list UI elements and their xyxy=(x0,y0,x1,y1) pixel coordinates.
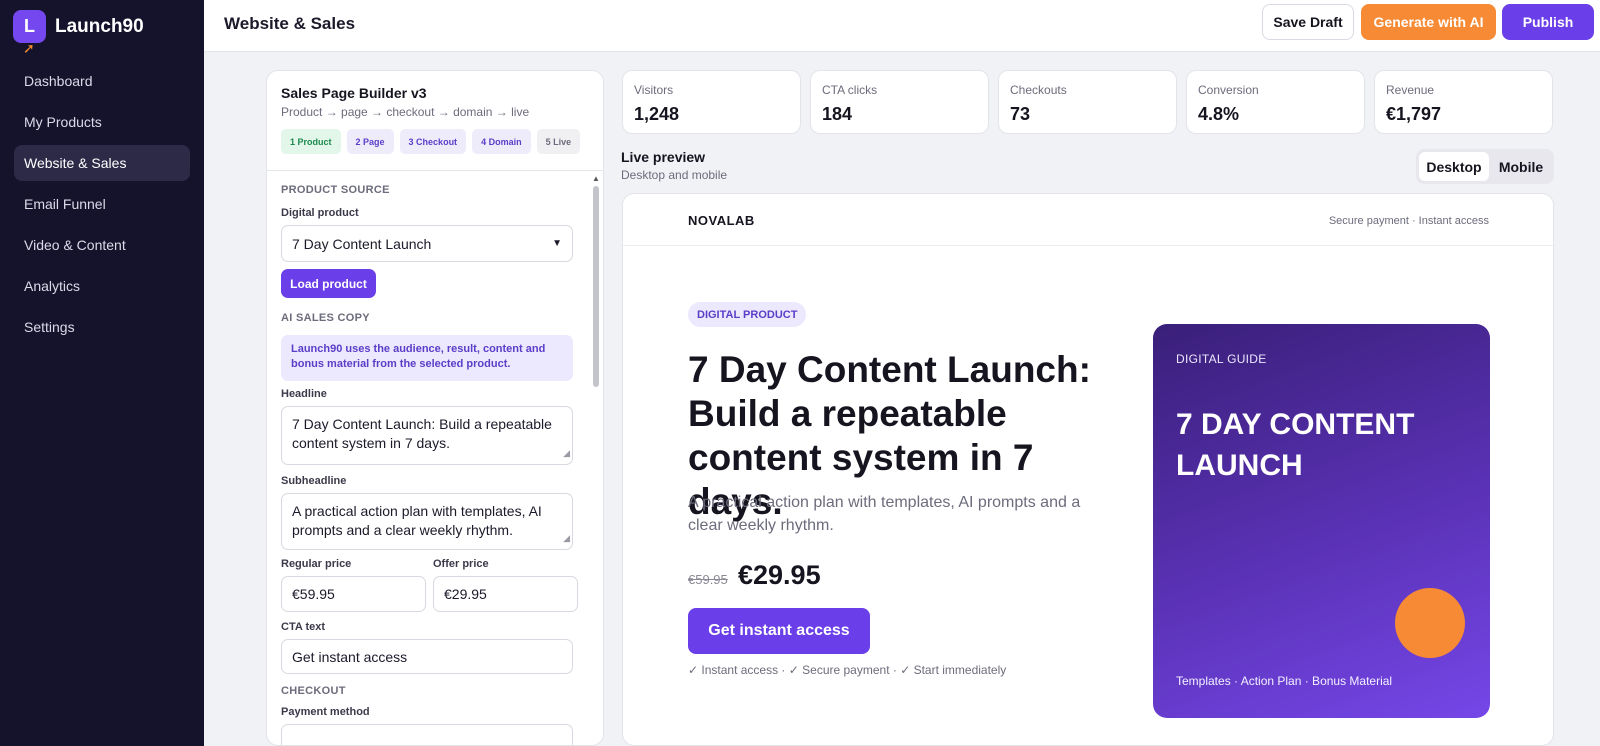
preview-offer-price: €29.95 xyxy=(738,560,821,590)
cta-text-value: Get instant access xyxy=(292,648,408,665)
offer-price-label: Offer price xyxy=(433,558,489,570)
sidebar-item-settings[interactable]: Settings xyxy=(14,309,190,345)
payment-method-label: Payment method xyxy=(281,706,370,718)
step-domain[interactable]: 4 Domain xyxy=(472,129,531,154)
cover-kicker: DIGITAL GUIDE xyxy=(1176,352,1267,366)
section-ai-sales-copy: AI SALES COPY xyxy=(281,312,370,324)
stat-visitors: Visitors 1,248 xyxy=(622,70,801,134)
sidebar-item-dashboard[interactable]: Dashboard xyxy=(14,63,190,99)
stat-value: €1,797 xyxy=(1386,104,1442,124)
headline-label: Headline xyxy=(281,388,327,400)
sidebar-item-analytics[interactable]: Analytics xyxy=(14,268,190,304)
scroll-up-arrow-icon[interactable]: ▲ xyxy=(592,174,600,183)
builder-scrollbar[interactable]: ▲ xyxy=(590,172,602,745)
section-checkout: CHECKOUT xyxy=(281,685,346,697)
stat-conversion: Conversion 4.8% xyxy=(1186,70,1365,134)
builder-form: PRODUCT SOURCE Digital product 7 Day Con… xyxy=(267,172,589,745)
preview-trust-line: ✓ Instant access · ✓ Secure payment · ✓ … xyxy=(688,663,1007,677)
cover-footer: Templates · Action Plan · Bonus Material xyxy=(1176,674,1393,688)
logo-letter: L xyxy=(24,16,35,36)
mobile-view-button[interactable]: Mobile xyxy=(1491,152,1551,181)
step-product[interactable]: 1 Product xyxy=(281,129,341,154)
cover-decorative-circle xyxy=(1395,588,1465,658)
stat-label: Checkouts xyxy=(1010,83,1067,97)
payment-method-select[interactable] xyxy=(281,724,573,745)
product-cover: DIGITAL GUIDE 7 DAY CONTENT LAUNCH Templ… xyxy=(1153,324,1490,718)
headline-value: 7 Day Content Launch: Build a repeatable… xyxy=(292,416,552,451)
live-preview-frame: NOVALAB Secure payment · Instant access … xyxy=(622,193,1554,746)
device-toggle: Desktop Mobile xyxy=(1416,149,1554,184)
digital-product-select[interactable]: 7 Day Content Launch ▼ xyxy=(281,225,573,262)
resize-handle-icon[interactable]: ◢ xyxy=(563,444,570,463)
subheadline-value: A practical action plan with templates, … xyxy=(292,503,542,538)
stat-revenue: Revenue €1,797 xyxy=(1374,70,1553,134)
cover-title: 7 DAY CONTENT LAUNCH xyxy=(1176,408,1415,482)
stat-label: Revenue xyxy=(1386,83,1435,97)
app-name: Launch90 xyxy=(55,15,144,37)
save-draft-button[interactable]: Save Draft xyxy=(1262,4,1354,40)
cta-text-label: CTA text xyxy=(281,621,325,633)
stat-checkouts: Checkouts 73 xyxy=(998,70,1177,134)
subheadline-label: Subheadline xyxy=(281,475,347,487)
page-title: Website & Sales xyxy=(224,14,356,33)
sidebar-item-video-content[interactable]: Video & Content xyxy=(14,227,190,263)
generate-with-ai-button[interactable]: Generate with AI xyxy=(1361,4,1496,40)
brand[interactable]: L ➚ Launch90 xyxy=(13,10,144,55)
preview-brand: NOVALAB xyxy=(688,213,755,228)
stat-value: 184 xyxy=(822,104,853,124)
stat-cta-clicks: CTA clicks 184 xyxy=(810,70,989,134)
stat-label: CTA clicks xyxy=(822,83,878,97)
stat-value: 4.8% xyxy=(1198,104,1240,124)
preview-old-price: €59.95 xyxy=(688,572,728,587)
sidebar-nav: Dashboard My Products Website & Sales Em… xyxy=(14,63,190,350)
sales-page-builder-panel: Sales Page Builder v3 Product → page → c… xyxy=(266,70,604,746)
regular-price-input[interactable]: €59.95 xyxy=(281,576,426,612)
chevron-down-icon: ▼ xyxy=(552,238,562,249)
preview-product-badge: DIGITAL PRODUCT xyxy=(688,302,807,327)
sidebar-item-website-sales[interactable]: Website & Sales xyxy=(14,145,190,181)
digital-product-label: Digital product xyxy=(281,207,359,219)
sidebar: L ➚ Launch90 Dashboard My Products Websi… xyxy=(0,0,204,746)
scroll-thumb[interactable] xyxy=(593,186,599,387)
builder-header: Sales Page Builder v3 Product → page → c… xyxy=(267,71,603,171)
stat-value: 1,248 xyxy=(634,104,680,124)
step-checkout[interactable]: 3 Checkout xyxy=(399,129,467,154)
preview-cta-button[interactable]: Get instant access xyxy=(688,608,870,654)
section-product-source: PRODUCT SOURCE xyxy=(281,184,390,196)
sidebar-item-my-products[interactable]: My Products xyxy=(14,104,190,140)
arrow-up-right-icon: ➚ xyxy=(23,40,35,56)
regular-price-label: Regular price xyxy=(281,558,352,570)
topbar: Website & Sales Save Draft Generate with… xyxy=(204,0,1600,52)
headline-textarea[interactable]: 7 Day Content Launch: Build a repeatable… xyxy=(281,406,573,465)
live-preview-title: Live preview xyxy=(621,149,706,165)
cta-text-input[interactable]: Get instant access xyxy=(281,639,573,674)
live-preview-subtitle: Desktop and mobile xyxy=(621,168,728,182)
regular-price-value: €59.95 xyxy=(292,586,335,602)
preview-secure-note: Secure payment · Instant access xyxy=(1328,215,1489,227)
builder-subtitle: Product → page → checkout → domain → liv… xyxy=(281,105,530,119)
step-page[interactable]: 2 Page xyxy=(346,129,394,154)
subheadline-textarea[interactable]: A practical action plan with templates, … xyxy=(281,493,573,550)
preview-subheadline: A practical action plan with templates, … xyxy=(688,494,1081,534)
stat-label: Visitors xyxy=(634,83,674,97)
desktop-view-button[interactable]: Desktop xyxy=(1419,152,1489,181)
offer-price-value: €29.95 xyxy=(444,586,487,602)
stat-label: Conversion xyxy=(1198,83,1259,97)
sidebar-item-email-funnel[interactable]: Email Funnel xyxy=(14,186,190,222)
app-logo: L ➚ xyxy=(13,10,46,55)
preview-page-header: NOVALAB Secure payment · Instant access xyxy=(623,194,1553,246)
load-product-button[interactable]: Load product xyxy=(281,269,376,298)
stat-value: 73 xyxy=(1010,104,1031,124)
builder-title: Sales Page Builder v3 xyxy=(281,85,427,101)
publish-button[interactable]: Publish xyxy=(1502,4,1594,40)
ai-copy-info: Launch90 uses the audience, result, cont… xyxy=(281,335,573,381)
step-live[interactable]: 5 Live xyxy=(536,129,581,154)
digital-product-selected: 7 Day Content Launch xyxy=(292,235,432,252)
resize-handle-icon[interactable]: ◢ xyxy=(563,529,570,548)
builder-steps: 1 Product 2 Page 3 Checkout 4 Domain 5 L… xyxy=(281,129,581,154)
offer-price-input[interactable]: €29.95 xyxy=(433,576,578,612)
